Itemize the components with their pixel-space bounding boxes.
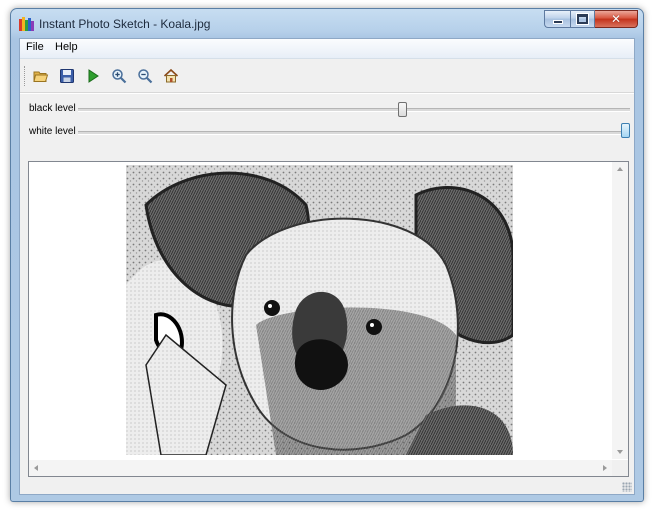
scroll-right-icon[interactable] bbox=[603, 465, 607, 471]
resize-grip-icon[interactable] bbox=[622, 482, 632, 492]
app-colorbars-icon bbox=[19, 17, 35, 31]
caption-buttons: ✕ bbox=[544, 10, 638, 28]
open-folder-icon bbox=[33, 71, 49, 82]
black-level-label: black level bbox=[29, 103, 76, 114]
client-area: File Help black level white level bbox=[19, 38, 635, 495]
white-level-track[interactable] bbox=[78, 131, 630, 135]
scroll-left-icon[interactable] bbox=[34, 465, 38, 471]
open-button[interactable] bbox=[30, 66, 52, 86]
zoom-in-icon bbox=[112, 69, 127, 84]
scroll-up-icon[interactable] bbox=[617, 167, 623, 171]
horizontal-scrollbar[interactable] bbox=[29, 460, 612, 476]
title-bar[interactable]: Instant Photo Sketch - Koala.jpg ✕ bbox=[11, 9, 643, 37]
vertical-scrollbar[interactable] bbox=[612, 162, 628, 459]
play-icon bbox=[88, 69, 99, 83]
sketch-koala-image bbox=[126, 165, 513, 455]
home-button[interactable] bbox=[160, 66, 182, 86]
status-bar bbox=[20, 480, 634, 494]
toolbar-grip[interactable] bbox=[24, 66, 27, 86]
save-button[interactable] bbox=[56, 66, 78, 86]
app-window: Instant Photo Sketch - Koala.jpg ✕ File … bbox=[10, 8, 644, 502]
black-level-slider-thumb[interactable] bbox=[398, 102, 408, 117]
run-button[interactable] bbox=[82, 66, 104, 86]
scroll-down-icon[interactable] bbox=[617, 450, 623, 454]
save-disk-icon bbox=[60, 69, 74, 83]
home-icon bbox=[163, 68, 179, 83]
scrollbar-corner bbox=[612, 460, 628, 476]
minimize-icon bbox=[552, 20, 563, 24]
zoom-out-icon bbox=[138, 69, 153, 84]
menu-bar: File Help bbox=[20, 39, 634, 59]
toolbar bbox=[20, 59, 634, 93]
white-level-label: white level bbox=[29, 126, 76, 137]
menu-help[interactable]: Help bbox=[55, 41, 78, 53]
menu-file[interactable]: File bbox=[26, 41, 44, 53]
window-title: Instant Photo Sketch - Koala.jpg bbox=[39, 17, 211, 31]
close-icon: ✕ bbox=[610, 12, 622, 26]
zoom-out-button[interactable] bbox=[134, 66, 156, 86]
toolbar-separator bbox=[20, 93, 634, 94]
white-level-slider-thumb[interactable] bbox=[621, 123, 630, 138]
image-viewport[interactable] bbox=[28, 161, 629, 477]
black-level-track[interactable] bbox=[78, 108, 630, 112]
maximize-button[interactable] bbox=[570, 10, 595, 28]
minimize-button[interactable] bbox=[544, 10, 570, 28]
maximize-icon bbox=[576, 13, 589, 25]
close-button[interactable]: ✕ bbox=[595, 10, 638, 28]
zoom-in-button[interactable] bbox=[108, 66, 130, 86]
